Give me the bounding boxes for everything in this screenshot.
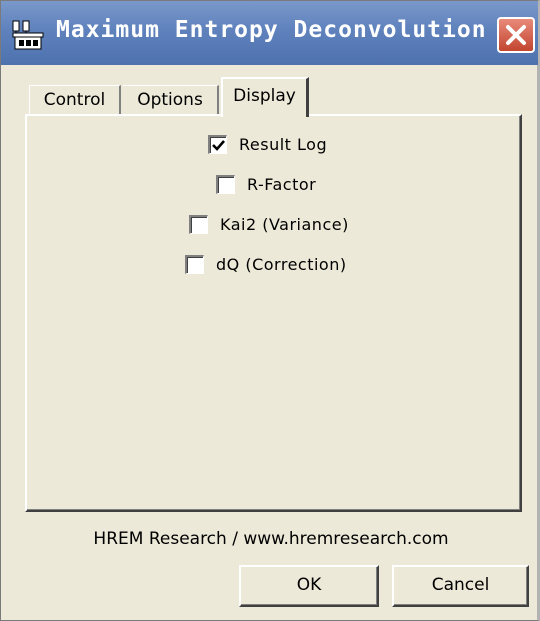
checkmark-icon (212, 139, 225, 151)
credit-text: HREM Research / www.hremresearch.com (93, 529, 449, 549)
result-log-label: Result Log (239, 134, 328, 154)
tab-label: Control (43, 90, 106, 110)
dq-correction-label: dQ (Correction) (216, 254, 347, 274)
tab-control[interactable]: Control (29, 85, 121, 115)
network-icon[interactable] (11, 19, 45, 51)
tab-display[interactable]: Display (221, 77, 309, 117)
cancel-button[interactable]: Cancel (392, 565, 529, 607)
dq-correction-checkbox[interactable] (185, 254, 204, 274)
ok-button[interactable]: OK (239, 565, 379, 607)
r-factor-checkbox[interactable] (216, 174, 235, 194)
tab-label: Display (233, 86, 296, 106)
tab-label: Options (137, 90, 203, 110)
kai2-variance-label: Kai2 (Variance) (220, 214, 349, 234)
close-icon (506, 25, 526, 45)
r-factor-option[interactable]: R-Factor (216, 172, 316, 196)
result-log-option[interactable]: Result Log (208, 132, 327, 156)
kai2-variance-option[interactable]: Kai2 (Variance) (189, 212, 349, 236)
r-factor-label: R-Factor (247, 174, 317, 194)
title-bar[interactable]: Maximum Entropy Deconvolution (1, 1, 538, 65)
tab-options[interactable]: Options (123, 85, 219, 115)
dialog-window: Maximum Entropy Deconvolution Control Op… (0, 0, 540, 621)
close-button[interactable] (497, 17, 535, 53)
result-log-checkbox[interactable] (208, 134, 227, 154)
dq-correction-option[interactable]: dQ (Correction) (185, 252, 347, 276)
kai2-variance-checkbox[interactable] (189, 214, 208, 234)
window-title: Maximum Entropy Deconvolution (56, 17, 487, 43)
